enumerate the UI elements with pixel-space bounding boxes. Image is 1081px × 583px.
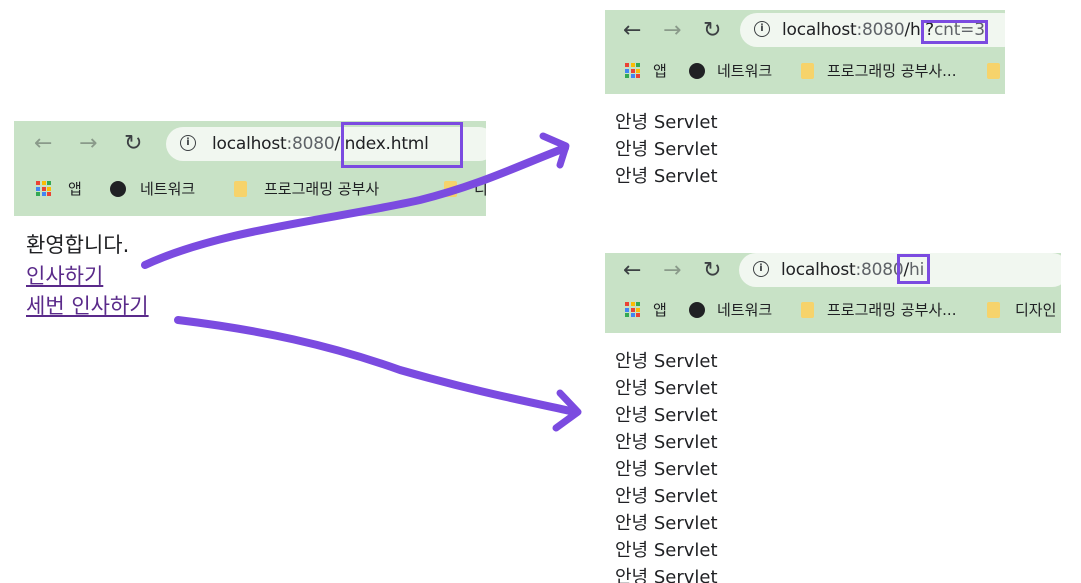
arrow-to-hi-page bbox=[174, 316, 579, 416]
annotation-arrows bbox=[141, 132, 582, 432]
arrow-to-cnt-page bbox=[141, 144, 569, 269]
